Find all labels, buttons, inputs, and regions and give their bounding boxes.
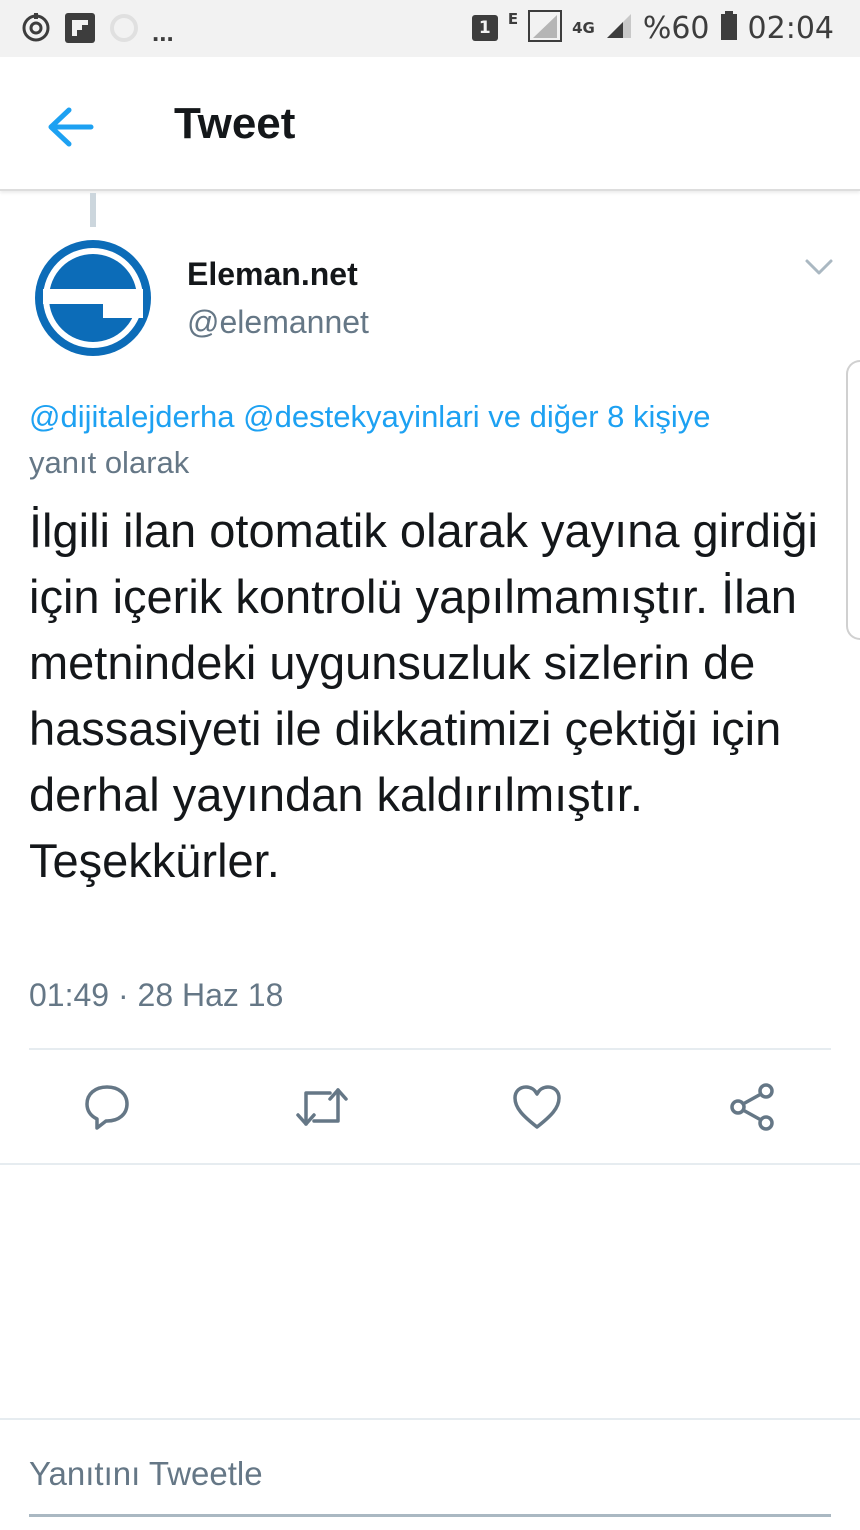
- signal-sim1-icon: [528, 9, 563, 47]
- divider: [0, 1418, 860, 1420]
- share-button[interactable]: [724, 1080, 780, 1134]
- reply-context: @dijitalejderha @destekyayinlari ve diğe…: [29, 394, 829, 486]
- network-e-label: E: [507, 10, 519, 28]
- elemannet-logo-icon: [35, 240, 151, 356]
- thread-connector: [90, 193, 96, 227]
- network-4g-label: 4G: [572, 19, 595, 37]
- arrow-left-icon: [48, 107, 94, 147]
- share-icon: [730, 1083, 774, 1131]
- notification-badge: 1: [471, 15, 498, 41]
- tweet-timestamp[interactable]: 01:49 · 28 Haz 18: [29, 977, 283, 1014]
- retweet-button[interactable]: [294, 1080, 350, 1134]
- author-handle[interactable]: @elemannet: [187, 304, 369, 341]
- author-name[interactable]: Eleman.net: [187, 256, 358, 293]
- avatar[interactable]: [33, 238, 153, 358]
- status-bar-left: ...: [20, 12, 174, 49]
- heart-icon: [513, 1085, 561, 1129]
- sync-icon: [20, 12, 52, 49]
- retweet-icon: [296, 1088, 348, 1126]
- reply-icon: [85, 1085, 129, 1130]
- reply-input-underline: [29, 1514, 831, 1517]
- loading-icon: [108, 12, 140, 49]
- battery-percent: %60: [642, 10, 710, 46]
- like-button[interactable]: [509, 1080, 565, 1134]
- chevron-down-icon: [805, 259, 833, 275]
- battery-icon: [720, 10, 738, 46]
- clock: 02:04: [747, 10, 834, 46]
- divider: [0, 1163, 860, 1165]
- divider: [29, 1048, 831, 1050]
- flipboard-icon: [64, 12, 96, 49]
- reply-tweet-input[interactable]: Yanıtını Tweetle: [29, 1455, 263, 1493]
- reply-context-suffix: yanıt olarak: [29, 445, 190, 480]
- app-bar: Tweet: [0, 57, 860, 191]
- back-button[interactable]: [40, 102, 100, 152]
- page-title: Tweet: [174, 99, 296, 148]
- status-bar-right: 1 E 4G %60 02:04: [471, 8, 834, 48]
- more-options-button[interactable]: [800, 252, 838, 282]
- status-bar: ... 1 E 4G %60 02:04: [0, 0, 860, 57]
- notification-count: 1: [478, 18, 491, 38]
- reply-mentions-link[interactable]: @dijitalejderha @destekyayinlari ve diğe…: [29, 399, 711, 434]
- tweet-text: İlgili ilan otomatik olarak yayına girdi…: [29, 504, 818, 887]
- signal-sim2-icon: [605, 12, 633, 45]
- more-notifications: ...: [152, 17, 174, 47]
- scroll-indicator[interactable]: [846, 360, 860, 640]
- reply-button[interactable]: [79, 1080, 135, 1134]
